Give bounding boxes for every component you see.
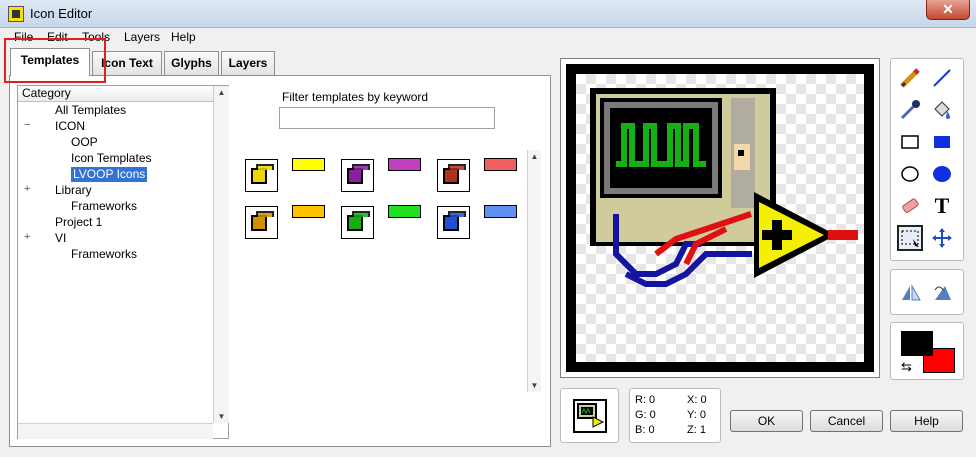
cube-icon: [251, 211, 274, 231]
menu-layers[interactable]: Layers: [124, 30, 160, 44]
window-title: Icon Editor: [30, 6, 93, 21]
menu-help[interactable]: Help: [171, 30, 196, 44]
tree-item[interactable]: Frameworks: [71, 247, 137, 262]
flip-palette: [890, 269, 964, 315]
cube-icon: [347, 164, 370, 184]
template-color-bar[interactable]: [388, 158, 421, 171]
cube-icon: [251, 164, 274, 184]
tree-vertical-scrollbar[interactable]: ▲ ▼: [213, 86, 229, 423]
tree-item[interactable]: Project 1: [55, 215, 102, 230]
tool-palette: T: [890, 58, 964, 261]
cancel-button[interactable]: Cancel: [810, 410, 883, 432]
template-color-bar[interactable]: [484, 205, 517, 218]
tree-expander-icon[interactable]: +: [24, 183, 30, 195]
filter-label: Filter templates by keyword: [282, 90, 429, 104]
scroll-down-icon[interactable]: ▼: [528, 381, 541, 390]
tab-layers[interactable]: Layers: [221, 51, 275, 75]
foreground-color-swatch[interactable]: [901, 331, 933, 356]
template-color-bar[interactable]: [484, 158, 517, 171]
template-color-bar[interactable]: [292, 158, 325, 171]
close-button[interactable]: ✕: [926, 0, 970, 20]
filled-rectangle-icon[interactable]: [929, 129, 955, 155]
green-value: G: 0: [635, 409, 656, 421]
y-coordinate: Y: 0: [687, 409, 706, 421]
red-value: R: 0: [635, 394, 656, 406]
filter-input[interactable]: [279, 107, 495, 129]
category-tree[interactable]: Category All Templates − ICON OOP Icon Templ…: [17, 85, 229, 439]
icon-preview: [560, 388, 619, 443]
app-icon: [8, 6, 24, 22]
tree-horizontal-scrollbar[interactable]: [18, 423, 213, 439]
move-icon[interactable]: [929, 225, 955, 251]
rectangle-icon[interactable]: [897, 129, 923, 155]
fill-bucket-icon[interactable]: [929, 97, 955, 123]
tree-item[interactable]: Frameworks: [71, 199, 137, 214]
template-cube-icon[interactable]: [341, 159, 374, 192]
tree-expander-icon[interactable]: −: [24, 119, 30, 131]
swap-colors-icon[interactable]: ⇆: [901, 359, 912, 375]
tree-item[interactable]: All Templates: [55, 103, 126, 118]
text-tool-icon[interactable]: T: [929, 193, 955, 219]
filled-ellipse-icon[interactable]: [929, 161, 955, 187]
template-color-bar[interactable]: [292, 205, 325, 218]
category-header: Category: [18, 86, 213, 102]
template-cube-icon[interactable]: [341, 206, 374, 239]
annotation-highlight: [4, 38, 106, 83]
flip-horizontal-icon[interactable]: [897, 280, 923, 306]
blue-value: B: 0: [635, 424, 655, 436]
template-color-bar[interactable]: [388, 205, 421, 218]
select-icon[interactable]: [897, 225, 923, 251]
cube-icon: [443, 164, 466, 184]
tree-item[interactable]: VI: [55, 231, 66, 246]
icon-artwork: [590, 88, 858, 287]
templates-scrollbar[interactable]: ▲ ▼: [527, 150, 541, 392]
dropper-icon[interactable]: [897, 97, 923, 123]
z-coordinate: Z: 1: [687, 424, 706, 436]
title-bar: [0, 0, 976, 28]
ellipse-icon[interactable]: [897, 161, 923, 187]
tree-item[interactable]: OOP: [71, 135, 98, 150]
template-cube-icon[interactable]: [245, 206, 278, 239]
color-palette: ⇆: [890, 322, 964, 380]
cube-icon: [347, 211, 370, 231]
flip-vertical-icon[interactable]: [929, 280, 955, 306]
tree-item[interactable]: ICON: [55, 119, 85, 134]
cube-icon: [443, 211, 466, 231]
pencil-icon[interactable]: [897, 65, 923, 91]
ok-button[interactable]: OK: [730, 410, 803, 432]
help-button[interactable]: Help: [890, 410, 963, 432]
eraser-icon[interactable]: [897, 193, 923, 219]
pixel-info: R: 0 G: 0 B: 0 X: 0 Y: 0 Z: 1: [629, 388, 721, 443]
x-coordinate: X: 0: [687, 394, 707, 406]
templates-grid: [240, 148, 540, 394]
tab-glyphs[interactable]: Glyphs: [164, 51, 219, 75]
template-cube-icon[interactable]: [437, 206, 470, 239]
template-cube-icon[interactable]: [437, 159, 470, 192]
scroll-down-icon[interactable]: ▼: [214, 412, 229, 421]
tree-item[interactable]: Library: [55, 183, 92, 198]
tree-expander-icon[interactable]: +: [24, 231, 30, 243]
scroll-up-icon[interactable]: ▲: [528, 152, 541, 161]
line-icon[interactable]: [929, 65, 955, 91]
tree-item[interactable]: Icon Templates: [71, 151, 152, 166]
tree-item[interactable]: LVOOP Icons: [71, 167, 148, 182]
scroll-up-icon[interactable]: ▲: [214, 88, 229, 97]
template-cube-icon[interactable]: [245, 159, 278, 192]
